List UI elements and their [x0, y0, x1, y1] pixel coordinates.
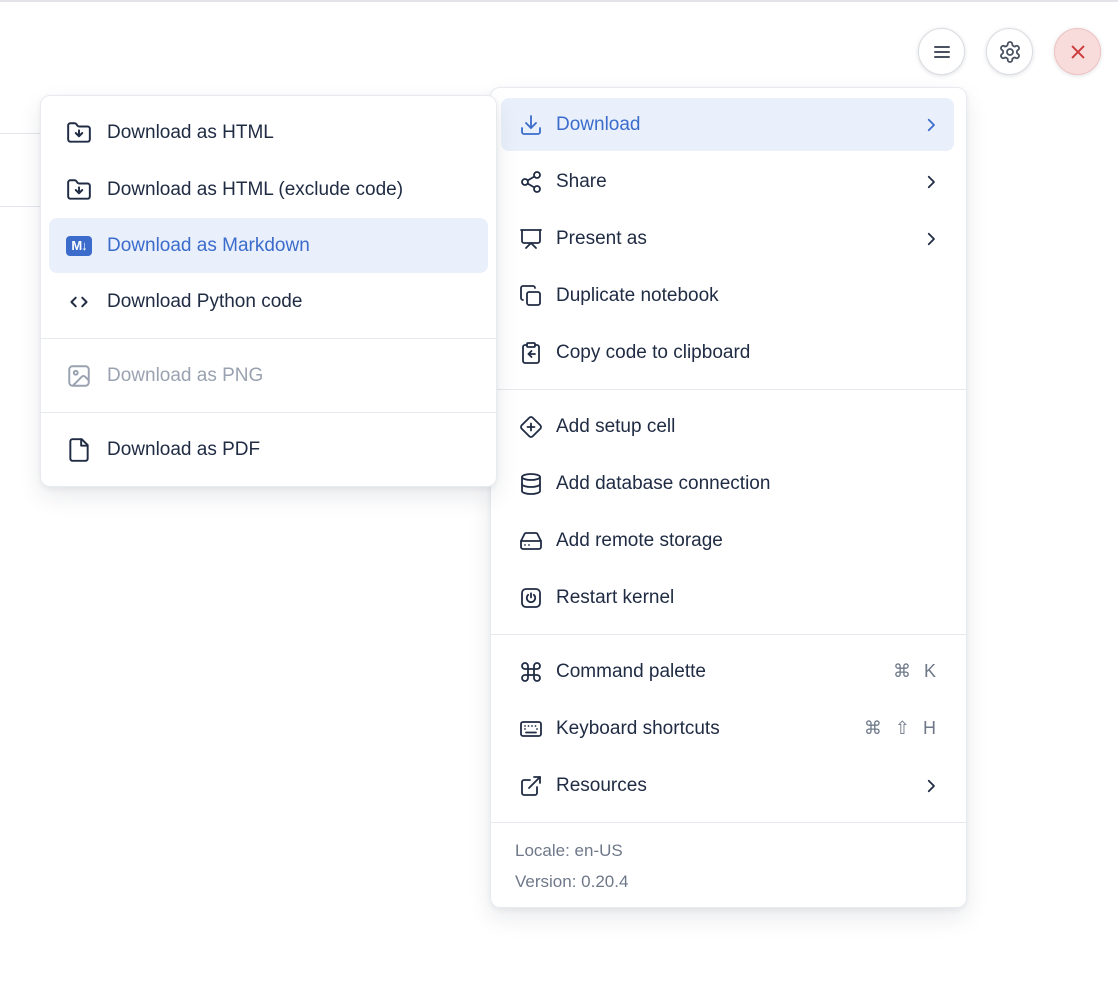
menu-item-download[interactable]: Download: [501, 98, 954, 151]
folder-down-icon: [66, 120, 92, 146]
menu-separator: [41, 412, 496, 413]
menu-item-download-python-code[interactable]: Download Python code: [41, 273, 496, 330]
gear-icon: [998, 40, 1022, 64]
menu-item-label: Copy code to clipboard: [556, 342, 750, 364]
menu-item-label: Download Python code: [107, 291, 302, 313]
menu-item-label: Resources: [556, 775, 647, 797]
download-icon: [519, 113, 543, 137]
menu-item-copy-code[interactable]: Copy code to clipboard: [491, 324, 966, 381]
external-link-icon: [519, 774, 543, 798]
menu-item-label: Duplicate notebook: [556, 285, 719, 307]
menu-item-add-setup-cell[interactable]: Add setup cell: [491, 398, 966, 455]
diamond-plus-icon: [519, 415, 543, 439]
clipboard-copy-icon: [519, 341, 543, 365]
shortcut-hint: ⌘ K: [893, 661, 940, 682]
notebook-menu: Download Share Present as Duplicate note…: [490, 87, 967, 908]
hamburger-icon: [930, 40, 954, 64]
chevron-right-icon: [922, 173, 940, 191]
download-submenu: Download as HTML Download as HTML (exclu…: [40, 95, 497, 487]
menu-item-duplicate-notebook[interactable]: Duplicate notebook: [491, 267, 966, 324]
menu-separator: [491, 634, 966, 635]
page-top-border: [0, 0, 1118, 2]
menu-item-download-as-html-exclude-code[interactable]: Download as HTML (exclude code): [41, 161, 496, 218]
hard-drive-icon: [519, 529, 543, 553]
menu-item-resources[interactable]: Resources: [491, 757, 966, 814]
notebook-actions-toolbar: [918, 28, 1101, 75]
menu-item-restart-kernel[interactable]: Restart kernel: [491, 569, 966, 626]
chevron-right-icon: [922, 116, 940, 134]
presentation-icon: [519, 227, 543, 251]
file-icon: [66, 437, 92, 463]
menu-item-keyboard-shortcuts[interactable]: Keyboard shortcuts ⌘ ⇧ H: [491, 700, 966, 757]
menu-item-download-as-png[interactable]: Download as PNG: [41, 347, 496, 404]
menu-item-label: Add database connection: [556, 473, 770, 495]
menu-item-download-as-pdf[interactable]: Download as PDF: [41, 421, 496, 478]
menu-item-label: Download: [556, 114, 641, 136]
menu-item-label: Download as HTML: [107, 122, 274, 144]
markdown-download-icon: M↓: [66, 233, 92, 259]
settings-button[interactable]: [986, 28, 1033, 75]
menu-item-download-as-markdown[interactable]: M↓ Download as Markdown: [49, 218, 488, 273]
menu-item-label: Download as PDF: [107, 439, 260, 461]
background-cell-border: [0, 206, 40, 207]
menu-separator: [491, 389, 966, 390]
menu-footer: Locale: en-US Version: 0.20.4: [491, 822, 966, 907]
menu-separator: [41, 338, 496, 339]
menu-item-label: Command palette: [556, 661, 706, 683]
menu-item-label: Keyboard shortcuts: [556, 718, 720, 740]
command-icon: [519, 660, 543, 684]
menu-item-label: Download as PNG: [107, 365, 263, 387]
x-icon: [1065, 39, 1091, 65]
keyboard-icon: [519, 717, 543, 741]
close-button[interactable]: [1054, 28, 1101, 75]
shortcut-hint: ⌘ ⇧ H: [864, 718, 940, 739]
menu-item-share[interactable]: Share: [491, 153, 966, 210]
folder-down-icon: [66, 177, 92, 203]
share-icon: [519, 170, 543, 194]
menu-item-label: Add remote storage: [556, 530, 723, 552]
menu-item-download-as-html[interactable]: Download as HTML: [41, 104, 496, 161]
chevron-right-icon: [922, 777, 940, 795]
menu-item-label: Download as Markdown: [107, 235, 310, 257]
menu-item-label: Share: [556, 171, 607, 193]
locale-text: Locale: en-US: [491, 835, 966, 866]
menu-item-label: Download as HTML (exclude code): [107, 179, 403, 201]
menu-item-add-remote-storage[interactable]: Add remote storage: [491, 512, 966, 569]
menu-item-label: Present as: [556, 228, 647, 250]
chevron-right-icon: [922, 230, 940, 248]
code-icon: [66, 289, 92, 315]
database-icon: [519, 472, 543, 496]
background-cell-border: [0, 133, 40, 134]
power-square-icon: [519, 586, 543, 610]
menu-item-label: Restart kernel: [556, 587, 674, 609]
menu-item-present-as[interactable]: Present as: [491, 210, 966, 267]
version-text: Version: 0.20.4: [491, 866, 966, 897]
menu-item-label: Add setup cell: [556, 416, 675, 438]
menu-button[interactable]: [918, 28, 965, 75]
image-icon: [66, 363, 92, 389]
menu-item-command-palette[interactable]: Command palette ⌘ K: [491, 643, 966, 700]
menu-item-add-database-connection[interactable]: Add database connection: [491, 455, 966, 512]
copy-icon: [519, 284, 543, 308]
